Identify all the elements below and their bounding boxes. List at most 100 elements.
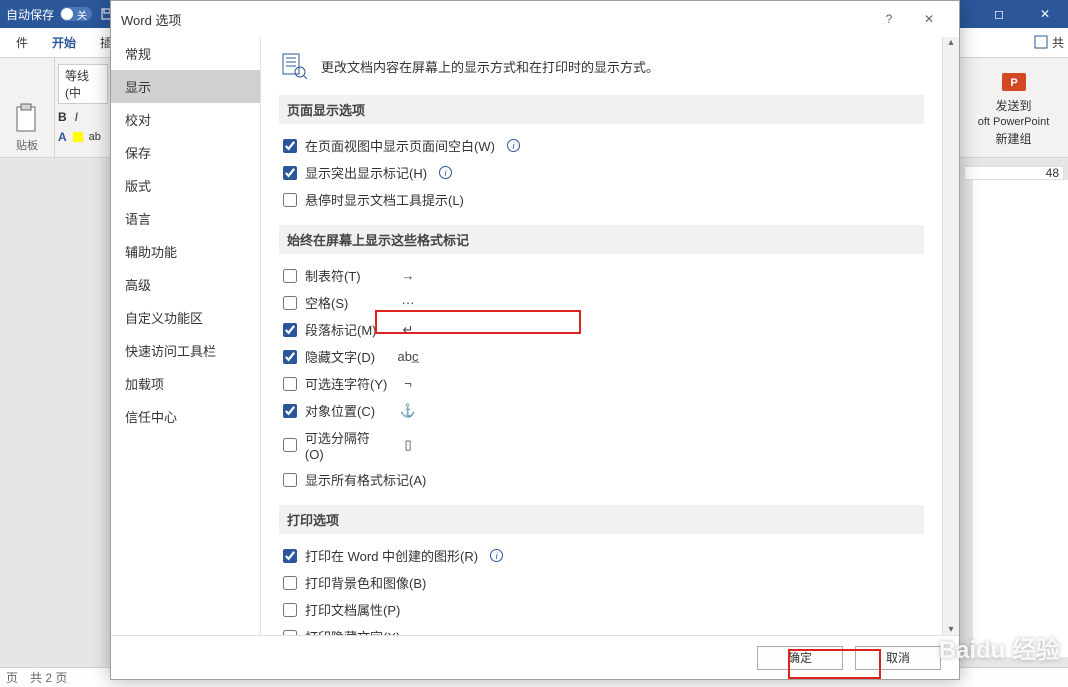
mark-preview: ▯ bbox=[396, 437, 420, 453]
ok-button[interactable]: 确定 bbox=[757, 646, 843, 670]
ribbon-tab-home[interactable]: 开始 bbox=[40, 28, 88, 57]
option-row: 打印隐藏文字(X) bbox=[279, 623, 924, 635]
clear-fmt-button[interactable]: ab bbox=[89, 131, 101, 143]
option-label: 打印背景色和图像(B) bbox=[305, 573, 426, 592]
option-label: 段落标记(M) bbox=[305, 320, 377, 339]
mark-preview: ↵ bbox=[396, 322, 420, 338]
font-name-box[interactable]: 等线 (中 bbox=[58, 64, 108, 104]
sidebar-item-general[interactable]: 常规 bbox=[111, 37, 260, 70]
option-checkbox[interactable] bbox=[283, 473, 297, 487]
doc-page bbox=[973, 180, 1068, 657]
option-label: 打印文档属性(P) bbox=[305, 600, 400, 619]
display-options-icon bbox=[279, 51, 309, 81]
sidebar-item-advanced[interactable]: 高级 bbox=[111, 268, 260, 301]
sidebar-item-customize_ribbon[interactable]: 自定义功能区 bbox=[111, 301, 260, 334]
option-label: 对象位置(C) bbox=[305, 401, 375, 420]
cancel-button[interactable]: 取消 bbox=[855, 646, 941, 670]
info-icon[interactable]: i bbox=[507, 139, 520, 152]
option-label: 打印在 Word 中创建的图形(R) bbox=[305, 546, 478, 565]
ribbon-tab-file[interactable]: 件 bbox=[4, 28, 40, 57]
dialog-scrollbar[interactable]: ▴▾ bbox=[942, 37, 959, 635]
section-header: 打印选项 bbox=[279, 505, 924, 534]
option-label: 悬停时显示文档工具提示(L) bbox=[305, 190, 464, 209]
dialog-help-button[interactable]: ? bbox=[869, 1, 909, 37]
option-row: 可选连字符(Y) ¬ bbox=[279, 370, 924, 397]
option-checkbox[interactable] bbox=[283, 549, 297, 563]
ruler: 48 bbox=[964, 166, 1064, 180]
option-row: 制表符(T)→ bbox=[279, 262, 924, 289]
watermark-logo: Baidu 经验 bbox=[939, 630, 1060, 665]
option-checkbox[interactable] bbox=[283, 139, 297, 153]
option-checkbox[interactable] bbox=[283, 404, 297, 418]
mark-preview: abc̲ bbox=[396, 349, 420, 364]
sidebar-item-qat[interactable]: 快速访问工具栏 bbox=[111, 334, 260, 367]
option-checkbox[interactable] bbox=[283, 296, 297, 310]
option-label: 制表符(T) bbox=[305, 266, 361, 285]
option-label: 隐藏文字(D) bbox=[305, 347, 375, 366]
ribbon-group-clipboard: 贴板 bbox=[0, 58, 55, 157]
mark-preview: ¬ bbox=[396, 376, 420, 391]
option-row: 对象位置(C) ⚓ bbox=[279, 397, 924, 424]
option-row: 段落标记(M) ↵ bbox=[279, 316, 924, 343]
option-label: 可选连字符(Y) bbox=[305, 374, 387, 393]
sidebar-item-display[interactable]: 显示 bbox=[111, 70, 260, 103]
mark-preview: ··· bbox=[396, 295, 420, 310]
option-row: 可选分隔符(O) ▯ bbox=[279, 424, 924, 466]
sidebar-item-proofing[interactable]: 校对 bbox=[111, 103, 260, 136]
dialog-body: 常规显示校对保存版式语言辅助功能高级自定义功能区快速访问工具栏加载项信任中心 更… bbox=[111, 37, 959, 635]
content-description-text: 更改文档内容在屏幕上的显示方式和在打印时的显示方式。 bbox=[321, 57, 659, 76]
option-checkbox[interactable] bbox=[283, 576, 297, 590]
powerpoint-icon[interactable]: P bbox=[1000, 69, 1028, 95]
option-checkbox[interactable] bbox=[283, 603, 297, 617]
dialog-title: Word 选项 bbox=[121, 10, 869, 29]
option-checkbox[interactable] bbox=[283, 438, 297, 452]
fontcolor-button[interactable]: A bbox=[58, 130, 67, 144]
info-icon[interactable]: i bbox=[439, 166, 452, 179]
addin-send-sub: oft PowerPoint bbox=[978, 116, 1050, 128]
option-row: 显示所有格式标记(A) bbox=[279, 466, 924, 493]
option-row: 隐藏文字(D) abc̲ bbox=[279, 343, 924, 370]
sidebar-item-language[interactable]: 语言 bbox=[111, 202, 260, 235]
autosave-toggle[interactable]: 关 bbox=[60, 7, 92, 21]
sidebar-item-addins[interactable]: 加载项 bbox=[111, 367, 260, 400]
section-header: 页面显示选项 bbox=[279, 95, 924, 124]
option-label: 可选分隔符(O) bbox=[305, 428, 388, 462]
option-checkbox[interactable] bbox=[283, 166, 297, 180]
ribbon-share[interactable]: 共 bbox=[1034, 30, 1064, 54]
close-button[interactable]: ✕ bbox=[1022, 0, 1068, 28]
bold-button[interactable]: B bbox=[58, 110, 67, 124]
option-label: 显示所有格式标记(A) bbox=[305, 470, 426, 489]
option-row: 悬停时显示文档工具提示(L) bbox=[279, 186, 924, 213]
sidebar-item-save[interactable]: 保存 bbox=[111, 136, 260, 169]
highlight-button[interactable] bbox=[73, 132, 83, 142]
sidebar-item-layout[interactable]: 版式 bbox=[111, 169, 260, 202]
option-row: 显示突出显示标记(H)i bbox=[279, 159, 924, 186]
option-checkbox[interactable] bbox=[283, 377, 297, 391]
share-icon bbox=[1034, 35, 1048, 49]
dialog-footer: 确定 取消 bbox=[111, 635, 959, 679]
option-checkbox[interactable] bbox=[283, 193, 297, 207]
sidebar-item-accessibility[interactable]: 辅助功能 bbox=[111, 235, 260, 268]
dialog-close-button[interactable]: ✕ bbox=[909, 1, 949, 37]
dialog-content: 更改文档内容在屏幕上的显示方式和在打印时的显示方式。页面显示选项在页面视图中显示… bbox=[261, 37, 942, 635]
autosave-control[interactable]: 自动保存 关 bbox=[6, 6, 92, 23]
sidebar-item-trust[interactable]: 信任中心 bbox=[111, 400, 260, 433]
option-checkbox[interactable] bbox=[283, 350, 297, 364]
word-options-dialog: Word 选项 ? ✕ 常规显示校对保存版式语言辅助功能高级自定义功能区快速访问… bbox=[110, 0, 960, 680]
maximize-button[interactable]: ◻ bbox=[976, 0, 1022, 28]
italic-button[interactable]: I bbox=[75, 110, 78, 124]
option-label: 在页面视图中显示页面间空白(W) bbox=[305, 136, 495, 155]
paste-icon[interactable] bbox=[13, 103, 41, 135]
dialog-titlebar: Word 选项 ? ✕ bbox=[111, 1, 959, 37]
option-row: 在页面视图中显示页面间空白(W) i bbox=[279, 132, 924, 159]
option-checkbox[interactable] bbox=[283, 323, 297, 337]
ruler-pos-value: 48 bbox=[1046, 166, 1059, 180]
option-checkbox[interactable] bbox=[283, 269, 297, 283]
mark-preview: ⚓ bbox=[396, 403, 420, 419]
option-label: 打印隐藏文字(X) bbox=[305, 627, 400, 635]
section-header: 始终在屏幕上显示这些格式标记 bbox=[279, 225, 924, 254]
dialog-sidebar: 常规显示校对保存版式语言辅助功能高级自定义功能区快速访问工具栏加载项信任中心 bbox=[111, 37, 261, 635]
option-row: 打印在 Word 中创建的图形(R) i bbox=[279, 542, 924, 569]
info-icon[interactable]: i bbox=[490, 549, 503, 562]
ribbon-font-section: 等线 (中 B I A ab bbox=[58, 64, 108, 144]
